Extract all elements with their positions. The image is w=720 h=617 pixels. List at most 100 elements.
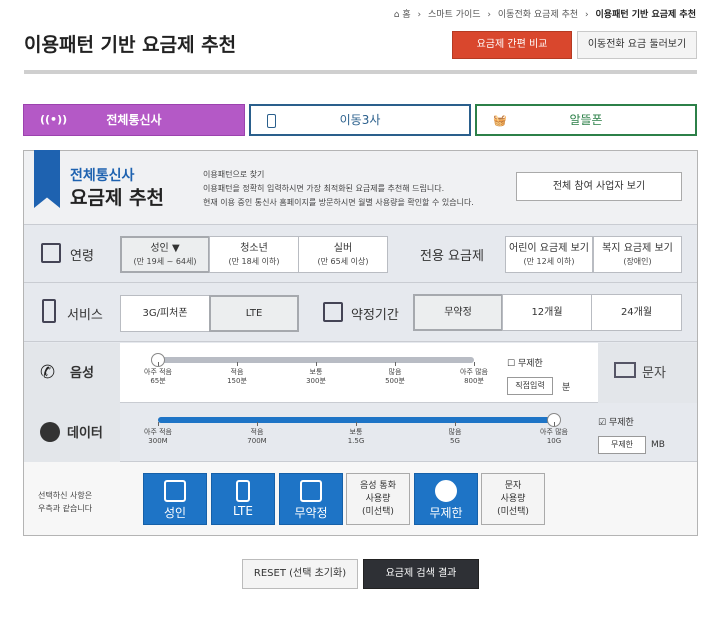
summary-card-age: 성인: [143, 473, 207, 525]
voice-tick-value: 300분: [306, 377, 326, 385]
data-tick-mark: [158, 422, 159, 426]
smartphone-icon: [42, 299, 56, 323]
contract-option-24m[interactable]: 24개월: [591, 294, 682, 331]
data-tick-value: 5G: [450, 437, 460, 445]
data-tick-value: 700M: [247, 437, 267, 445]
person-icon: [164, 480, 186, 502]
data-label: 데이터: [67, 426, 103, 441]
panel-title: 요금제 추천: [70, 187, 165, 209]
data-unlimited-checkbox[interactable]: ☑ 무제한: [598, 415, 634, 428]
voice-tick-value: 800분: [464, 377, 484, 385]
voice-unlimited-checkbox[interactable]: ☐ 무제한: [507, 356, 543, 369]
voice-tick-label: 많음 500분: [375, 368, 415, 386]
data-tick-name: 아주 많음: [540, 428, 568, 436]
data-tick-mark: [356, 422, 357, 426]
data-tick-labels: 아주 적음 300M 적음 700M 보통 1.5G 많음 5G 아주 많음 10G: [144, 422, 568, 458]
voice-unit: 분: [562, 383, 571, 393]
tab-mvno[interactable]: 🧺 알뜰폰: [475, 104, 697, 136]
voice-tick-mark: [316, 362, 317, 366]
summary-card-data: 무제한: [414, 473, 478, 525]
pie-icon: [435, 480, 457, 502]
data-tick-name: 보통: [349, 428, 363, 436]
compare-plans-button[interactable]: 요금제 간편 비교: [452, 31, 572, 59]
data-tick-label: 아주 많음 10G: [534, 428, 574, 446]
voice-tick-value: 65분: [150, 377, 166, 385]
breadcrumb-current: 이용패턴 기반 요금제 추천: [595, 10, 696, 20]
voice-label: 음성: [70, 366, 94, 381]
breadcrumb: ⌂ 홈 › 스마트 가이드 › 이동전화 요금제 추천 › 이용패턴 기반 요금…: [393, 10, 696, 20]
tab-big3[interactable]: 이동3사: [249, 104, 471, 136]
voice-tick-name: 아주 적음: [144, 368, 172, 376]
voice-tick-name: 적음: [230, 368, 244, 376]
title-divider: [24, 70, 697, 74]
welfare-plan-button[interactable]: 복지 요금제 보기 (장애인): [593, 236, 682, 273]
voice-tick-name: 아주 많음: [460, 368, 488, 376]
pie-chart-icon: [40, 422, 60, 442]
phone-icon: [236, 480, 250, 502]
data-tick-name: 많음: [448, 428, 462, 436]
sms-label: 문자: [642, 366, 666, 381]
data-tick-mark: [554, 422, 555, 426]
service-option-3g[interactable]: 3G/피처폰: [120, 295, 210, 332]
data-tick-value: 10G: [546, 437, 562, 445]
voice-tick-value: 500분: [385, 377, 405, 385]
browse-rates-button[interactable]: 이동전화 요금 둘러보기: [577, 31, 697, 59]
summary-card-sms: 문자 사용량 (미선택): [481, 473, 545, 525]
age-option-silver[interactable]: 실버 (만 65세 이상): [298, 236, 388, 273]
intro-text: 이용패턴으로 찾기 이용패턴을 정확히 입력하시면 가장 최적화된 요금제를 추…: [203, 170, 474, 207]
voice-tick-mark: [395, 362, 396, 366]
data-unit: MB: [651, 440, 665, 450]
summary-card-service: LTE: [211, 473, 275, 525]
phone-icon: [267, 114, 276, 128]
voice-tick-label: 보통 300분: [296, 368, 336, 386]
kids-plan-button[interactable]: 어린이 요금제 보기 (만 12세 이하): [505, 236, 593, 273]
service-label: 서비스: [67, 308, 103, 323]
search-results-button[interactable]: 요금제 검색 결과: [363, 559, 479, 589]
calendar-icon: [300, 480, 322, 502]
voice-tick-labels: 아주 적음 65분 적음 150분 보통 300분 많음 500분 아주 많음 800분: [144, 362, 488, 398]
voice-tick-mark: [158, 362, 159, 366]
breadcrumb-item[interactable]: 이동전화 요금제 추천: [498, 10, 578, 20]
data-tick-value: 300M: [148, 437, 168, 445]
age-option-adult[interactable]: 성인 ▼ (만 19세 ~ 64세): [120, 236, 210, 273]
age-option-youth[interactable]: 청소년 (만 18세 이하): [209, 236, 299, 273]
voice-tick-label: 적음 150분: [217, 368, 257, 386]
breadcrumb-home[interactable]: ⌂ 홈: [394, 10, 411, 20]
reset-button[interactable]: RESET (선택 초기화): [242, 559, 358, 589]
tab-all-carriers[interactable]: ((•)) 전체통신사: [23, 104, 245, 136]
person-icon: [41, 243, 61, 263]
age-label: 연령: [70, 249, 94, 264]
voice-tick-name: 많음: [388, 368, 402, 376]
voice-direct-input[interactable]: 직접입력: [507, 377, 553, 395]
signal-icon: ((•)): [40, 113, 68, 126]
service-option-lte[interactable]: LTE: [209, 295, 299, 332]
data-tick-mark: [257, 422, 258, 426]
data-tick-label: 아주 적음 300M: [138, 428, 178, 446]
calendar-icon: [323, 302, 343, 322]
contract-option-none[interactable]: 무약정: [413, 294, 503, 331]
data-tick-value: 1.5G: [347, 437, 365, 445]
envelope-icon: [614, 362, 636, 378]
contract-option-12m[interactable]: 12개월: [502, 294, 592, 331]
data-tick-label: 보통 1.5G: [336, 428, 376, 446]
voice-tick-mark: [474, 362, 475, 366]
breadcrumb-item[interactable]: 스마트 가이드: [428, 10, 481, 20]
voice-tick-label: 아주 적음 65분: [138, 368, 178, 386]
contract-label: 약정기간: [351, 308, 399, 323]
page-title: 이용패턴 기반 요금제 추천: [24, 34, 237, 56]
summary-card-contract: 무약정: [279, 473, 343, 525]
voice-tick-value: 150분: [227, 377, 247, 385]
participants-button[interactable]: 전체 참여 사업자 보기: [516, 172, 682, 201]
summary-card-voice: 음성 통화 사용량 (미선택): [346, 473, 410, 525]
voice-tick-name: 보통: [309, 368, 323, 376]
data-tick-mark: [455, 422, 456, 426]
data-tick-name: 아주 적음: [144, 428, 172, 436]
panel-subtitle: 전체통신사: [70, 168, 135, 184]
summary-text: 선택하신 사항은 우측과 같습니다: [38, 491, 93, 513]
data-tick-label: 적음 700M: [237, 428, 277, 446]
dedicated-plan-label: 전용 요금제: [420, 249, 484, 264]
data-amount-input[interactable]: 무제한: [598, 436, 646, 454]
data-tick-name: 적음: [250, 428, 264, 436]
voice-tick-label: 아주 많음 800분: [454, 368, 494, 386]
basket-icon: 🧺: [493, 114, 507, 127]
